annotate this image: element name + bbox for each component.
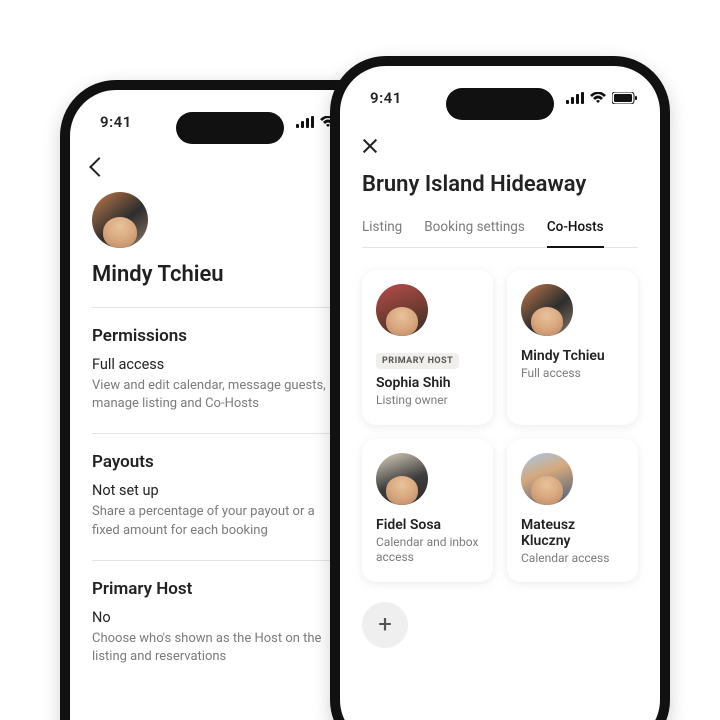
avatar: [521, 284, 573, 336]
status-time: 9:41: [100, 113, 132, 131]
avatar: [376, 453, 428, 505]
section-primary-host[interactable]: Primary Host No Choose who's shown as th…: [92, 561, 368, 686]
section-title: Primary Host: [92, 579, 368, 599]
section-description: Share a percentage of your payout or a f…: [92, 503, 342, 539]
status-icons: [566, 92, 638, 104]
cohost-role: Calendar access: [521, 551, 624, 567]
cohost-card[interactable]: PRIMARY HOST Sophia Shih Listing owner: [362, 270, 493, 425]
wifi-icon: [590, 92, 606, 104]
add-cohost-button[interactable]: +: [362, 602, 408, 648]
tab-listing[interactable]: Listing: [362, 215, 402, 247]
page-title: Bruny Island Hideaway: [362, 172, 638, 197]
avatar: [521, 453, 573, 505]
section-status: Not set up: [92, 482, 368, 499]
cohost-role: Calendar and inbox access: [376, 535, 479, 566]
cohost-card[interactable]: Fidel Sosa Calendar and inbox access: [362, 439, 493, 583]
cohost-grid: PRIMARY HOST Sophia Shih Listing owner M…: [362, 270, 638, 648]
tab-bar: Listing Booking settings Co-Hosts: [362, 215, 638, 248]
cohost-card[interactable]: Mindy Tchieu Full access: [507, 270, 638, 425]
cohost-name: Sophia Shih: [376, 375, 479, 391]
section-title: Payouts: [92, 452, 368, 472]
battery-icon: [612, 92, 638, 104]
profile-avatar[interactable]: [92, 192, 148, 248]
section-permissions[interactable]: Permissions Full access View and edit ca…: [92, 308, 368, 433]
back-button[interactable]: [92, 160, 368, 174]
profile-name: Mindy Tchieu: [92, 262, 368, 287]
section-description: Choose who's shown as the Host on the li…: [92, 630, 342, 666]
primary-host-badge: PRIMARY HOST: [376, 353, 459, 369]
section-description: View and edit calendar, message guests, …: [92, 377, 342, 413]
cellular-icon: [566, 92, 584, 104]
cohost-role: Full access: [521, 366, 624, 382]
section-status: No: [92, 609, 368, 626]
status-time: 9:41: [370, 89, 402, 107]
plus-icon: +: [378, 612, 392, 636]
section-title: Permissions: [92, 326, 368, 346]
phone-cohosts: 9:41 Bruny Island Hideaway Listing Booki…: [330, 56, 670, 720]
cohost-name: Mateusz Kluczny: [521, 517, 624, 549]
chevron-left-icon: [89, 157, 109, 177]
cohost-role: Listing owner: [376, 393, 479, 409]
close-button[interactable]: [362, 138, 378, 154]
cohost-name: Fidel Sosa: [376, 517, 479, 533]
section-status: Full access: [92, 356, 368, 373]
cohost-card[interactable]: Mateusz Kluczny Calendar access: [507, 439, 638, 583]
cellular-icon: [296, 116, 314, 128]
cohost-name: Mindy Tchieu: [521, 348, 624, 364]
tab-cohosts[interactable]: Co-Hosts: [547, 215, 604, 247]
section-payouts[interactable]: Payouts Not set up Share a percentage of…: [92, 434, 368, 559]
avatar: [376, 284, 428, 336]
status-bar: 9:41: [340, 66, 660, 130]
tab-booking-settings[interactable]: Booking settings: [424, 215, 525, 247]
